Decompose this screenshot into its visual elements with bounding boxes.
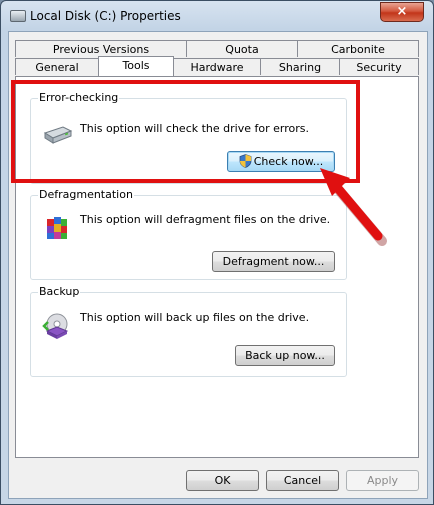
drive-icon	[10, 10, 26, 22]
defragmentation-group: Defragmentation This option will defragm…	[30, 188, 347, 280]
tab-general[interactable]: General	[15, 58, 99, 75]
title-bar[interactable]: Local Disk (C:) Properties ×	[1, 1, 433, 31]
backup-group: Backup This option will back up files on…	[30, 285, 347, 377]
backup-icon	[42, 313, 69, 339]
defragment-icon	[47, 217, 67, 239]
group-title: Defragmentation	[38, 188, 134, 201]
window-title: Local Disk (C:) Properties	[30, 9, 181, 23]
defragment-now-button[interactable]: Defragment now...	[212, 251, 335, 272]
defragmentation-description: This option will defragment files on the…	[80, 213, 331, 226]
tab-carbonite[interactable]: Carbonite	[297, 40, 419, 57]
tab-sharing[interactable]: Sharing	[260, 58, 340, 75]
annotation-highlight-box	[11, 80, 360, 183]
group-title: Backup	[38, 285, 81, 298]
tab-hardware[interactable]: Hardware	[173, 58, 261, 75]
backup-description: This option will back up files on the dr…	[80, 311, 310, 324]
cancel-button[interactable]: Cancel	[266, 470, 339, 491]
properties-window: Local Disk (C:) Properties × Previous Ve…	[0, 0, 434, 505]
ok-button[interactable]: OK	[186, 470, 259, 491]
back-up-now-button[interactable]: Back up now...	[235, 345, 335, 366]
close-button[interactable]: ×	[380, 2, 424, 22]
tab-quota[interactable]: Quota	[186, 40, 298, 57]
tab-previous-versions[interactable]: Previous Versions	[15, 40, 187, 57]
tab-tools[interactable]: Tools	[98, 56, 174, 76]
tab-security[interactable]: Security	[339, 58, 419, 75]
annotation-arrow-icon	[320, 168, 387, 246]
apply-button[interactable]: Apply	[346, 470, 419, 491]
